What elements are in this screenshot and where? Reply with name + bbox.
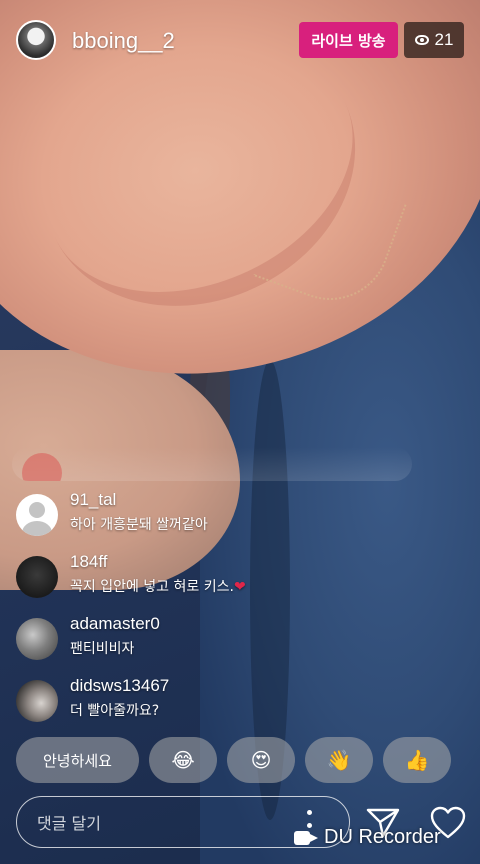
watermark-text: DU Recorder: [324, 826, 441, 848]
quick-reply-bar: 안녕하세요 😂 😍 👋 👍: [16, 737, 480, 783]
comment-list: 91_tal 하아 개흥분돼 쌀꺼같아 184ff 꼭지 입안에 넣고 혀로 키…: [16, 488, 416, 736]
comment-username[interactable]: 91_tal: [70, 490, 116, 510]
viewer-count: 21: [434, 30, 454, 49]
comment-text: 팬티비비자: [70, 641, 135, 657]
faded-comment-avatar: [22, 453, 62, 481]
comment-item: didsws13467 더 빨아줄까요?: [16, 674, 416, 736]
heart-eyes-icon[interactable]: 😍: [227, 737, 295, 783]
quick-reply-hello[interactable]: 안녕하세요: [16, 737, 139, 783]
recorder-watermark: DU Recorder: [294, 826, 441, 849]
comment-item: adamaster0 팬티비비자: [16, 612, 416, 674]
comment-input-placeholder: 댓글 달기: [37, 814, 101, 833]
host-username[interactable]: bboing__2: [72, 28, 175, 54]
comment-username[interactable]: adamaster0: [70, 614, 160, 634]
laughing-face-icon[interactable]: 😂: [149, 737, 217, 783]
faded-comment: [12, 447, 412, 481]
user-avatar[interactable]: [16, 618, 58, 660]
comment-item: 91_tal 하아 개흥분돼 쌀꺼같아: [16, 488, 416, 550]
comment-text: 하아 개흥분돼 쌀꺼같아: [70, 517, 208, 533]
eye-icon: [414, 35, 429, 45]
user-avatar[interactable]: [16, 556, 58, 598]
red-heart-icon: ❤: [233, 579, 246, 595]
thumbs-up-icon[interactable]: 👍: [383, 737, 451, 783]
comment-username[interactable]: didsws13467: [70, 676, 169, 696]
viewer-count-badge[interactable]: 21: [404, 22, 464, 58]
comment-item: 184ff 꼭지 입안에 넣고 혀로 키스.❤: [16, 550, 416, 612]
top-bar: bboing__2 라이브 방송 21: [0, 0, 480, 80]
user-avatar[interactable]: [16, 680, 58, 722]
video-camera-icon: [294, 827, 318, 849]
host-avatar[interactable]: [16, 20, 56, 60]
comment-text-body: 꼭지 입안에 넣고 혀로 키스.: [70, 579, 234, 595]
default-avatar-icon[interactable]: [16, 494, 58, 536]
comment-username[interactable]: 184ff: [70, 552, 108, 572]
live-badge: 라이브 방송: [299, 22, 398, 58]
waving-hand-icon[interactable]: 👋: [305, 737, 373, 783]
comment-text: 꼭지 입안에 넣고 혀로 키스.❤: [70, 576, 246, 596]
comment-text: 더 빨아줄까요?: [70, 703, 160, 719]
